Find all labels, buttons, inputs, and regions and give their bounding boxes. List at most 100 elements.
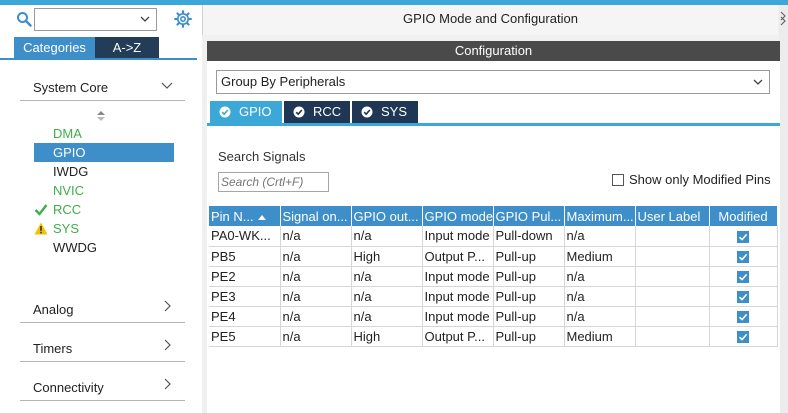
section-divider [20,322,185,323]
table-cell: PE2 [209,266,281,287]
column-header[interactable]: Pin N... [209,206,281,226]
list-item-dma[interactable]: DMA [34,124,174,143]
section-timers[interactable]: Timers [33,341,72,356]
tab-categories[interactable]: Categories [14,37,95,58]
section-system-core[interactable]: System Core [33,80,108,95]
list-item-sys[interactable]: SYS [34,219,174,238]
table-cell: Medium [564,246,636,267]
table-cell: Pull-up [493,246,565,267]
modified-checkbox[interactable] [737,271,749,284]
table-cell: Input mode [422,226,494,247]
modified-cell [709,306,778,327]
chevron-right-icon[interactable] [161,300,173,312]
section-divider [20,400,185,401]
table-cell: n/a [564,306,636,327]
modified-cell [709,266,778,287]
modified-checkbox[interactable] [737,230,749,243]
table-cell: Output P... [422,326,494,347]
group-by-select[interactable]: Group By Peripherals [216,70,770,94]
table-cell: n/a [351,286,423,307]
column-header[interactable]: User Label [635,206,710,226]
search-signals-label: Search Signals [218,149,306,164]
pin-table: Pin N... Signal on... GPIO out... GPIO m… [209,206,778,347]
table-cell: Pull-down [493,226,565,247]
gear-icon[interactable] [174,10,192,28]
table-cell: n/a [280,306,352,327]
configuration-bar: Configuration [207,41,780,61]
table-cell: n/a [351,306,423,327]
table-cell: Pull-up [493,306,565,327]
category-tree: System Core DMA GPIO IWDG NVIC RCC SYS W… [0,58,197,413]
double-chevron-icon [780,11,786,26]
panel-collapse-handle[interactable] [779,5,788,413]
section-analog[interactable]: Analog [33,302,73,317]
modified-cell [709,286,778,307]
warning-icon [34,222,48,235]
column-header[interactable]: Signal on... [280,206,352,226]
list-item-iwdg[interactable]: IWDG [34,162,174,181]
column-header[interactable]: GPIO mode [422,206,494,226]
table-cell: PE5 [209,326,281,347]
tab-label: GPIO [239,104,272,119]
table-row[interactable]: PE2 n/a n/a Input mode Pull-up n/a [209,266,778,287]
modified-checkbox[interactable] [737,291,749,304]
item-label: NVIC [53,183,85,198]
list-item-rcc[interactable]: RCC [34,200,174,219]
table-body: PA0-WK... n/a n/a Input mode Pull-down n/a PB5… [209,226,778,347]
table-cell [635,286,710,307]
column-header[interactable]: Modified [709,206,778,226]
item-label: GPIO [53,145,86,160]
table-cell: n/a [564,226,636,247]
table-row[interactable]: PE3 n/a n/a Input mode Pull-up n/a [209,286,778,307]
page-title: GPIO Mode and Configuration [202,5,778,35]
table-cell: n/a [280,226,352,247]
search-combo[interactable] [34,8,157,31]
table-cell: Pull-up [493,326,565,347]
column-header[interactable]: GPIO Pul... [493,206,565,226]
item-label: WWDG [53,240,98,255]
modified-cell [709,246,778,267]
table-cell: Medium [564,326,636,347]
table-row[interactable]: PE4 n/a n/a Input mode Pull-up n/a [209,306,778,327]
table-cell: PB5 [209,246,281,267]
table-row[interactable]: PA0-WK... n/a n/a Input mode Pull-down n/a [209,226,778,247]
tab-sys[interactable]: SYS [352,101,418,123]
column-header[interactable]: Maximum... [564,206,636,226]
column-header[interactable]: GPIO out... [351,206,423,226]
section-connectivity[interactable]: Connectivity [33,380,104,395]
list-item-nvic[interactable]: NVIC [34,181,174,200]
table-cell: PA0-WK... [209,226,281,247]
search-icon[interactable] [16,11,32,27]
sort-asc-icon [257,214,266,220]
modified-checkbox[interactable] [737,331,749,344]
tab-a-z[interactable]: A->Z [95,37,159,58]
table-cell: PE4 [209,306,281,327]
chevron-right-icon[interactable] [161,378,173,390]
app-window: Categories A->Z System Core DMA GPIO IWD… [0,0,788,413]
modified-checkbox[interactable] [737,251,749,264]
table-cell [635,266,710,287]
modified-checkbox[interactable] [737,311,749,324]
tab-rcc[interactable]: RCC [284,101,350,123]
search-signals-input[interactable] [218,172,329,192]
modified-cell [709,226,778,247]
table-cell: Pull-up [493,286,565,307]
table-row[interactable]: PE5 n/a High Output P... Pull-up Medium [209,326,778,347]
left-panel: Categories A->Z System Core DMA GPIO IWD… [0,5,197,413]
chevron-right-icon[interactable] [161,339,173,351]
list-item-wwdg[interactable]: WWDG [34,238,174,257]
table-row[interactable]: PB5 n/a High Output P... Pull-up Medium [209,246,778,267]
chevron-down-icon [140,16,150,22]
left-search-row [0,5,197,35]
group-by-value: Group By Peripherals [221,74,346,89]
tab-gpio[interactable]: GPIO [210,101,282,123]
modified-cell [709,326,778,347]
sort-icon[interactable] [96,110,106,122]
check-circle-icon [293,106,305,118]
check-circle-icon [361,106,373,118]
list-item-gpio[interactable]: GPIO [34,143,174,162]
table-cell: n/a [280,286,352,307]
chevron-down-icon[interactable] [161,79,173,91]
table-cell: Output P... [422,246,494,267]
show-modified-checkbox[interactable] [612,174,624,186]
